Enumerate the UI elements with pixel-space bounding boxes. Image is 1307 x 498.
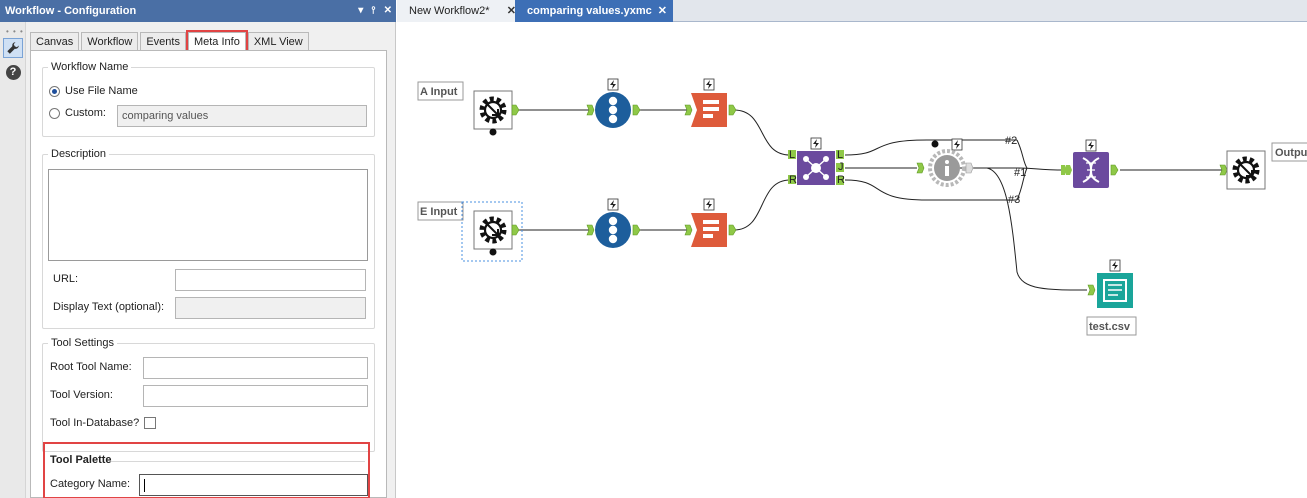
description-legend: Description: [51, 148, 107, 160]
join-left-input-anchor-label: L: [789, 149, 795, 161]
tool-in-database-label: Tool In-Database?: [50, 417, 140, 429]
url-label: URL:: [53, 273, 79, 285]
display-text-field[interactable]: [175, 297, 366, 319]
tool-palette-legend: Tool Palette: [50, 454, 112, 466]
panel-menu-icon[interactable]: ▾: [358, 0, 363, 22]
use-file-name-option[interactable]: Use File Name: [49, 85, 138, 97]
a-input-label: A Input: [420, 86, 458, 98]
join-right-output-anchor-label: R: [837, 174, 845, 186]
tool-version-label: Tool Version:: [50, 389, 113, 401]
record-id-tool-e-icon[interactable]: [586, 198, 641, 248]
tab-canvas[interactable]: Canvas: [30, 32, 80, 50]
side-toolbar: [0, 22, 26, 498]
tab-events[interactable]: Events: [140, 32, 186, 50]
tool-settings-legend: Tool Settings: [51, 337, 114, 349]
panel-title: Workflow - Configuration: [5, 5, 137, 17]
doc-tab-label: comparing values.yxmc: [527, 5, 652, 17]
document-tabs: New Workflow2* ✕ comparing values.yxmc ✕: [397, 0, 1307, 22]
tool-in-database-option: Tool In-Database?: [50, 417, 157, 429]
category-name-label: Category Name:: [50, 478, 131, 490]
root-tool-name-label: Root Tool Name:: [50, 361, 132, 373]
custom-radio[interactable]: [49, 107, 60, 119]
tab-workflow[interactable]: Workflow: [81, 32, 139, 50]
tool-version-field[interactable]: [143, 385, 368, 407]
join-right-input-anchor-label: R: [789, 174, 797, 186]
connection-label-2: #2: [1005, 135, 1017, 147]
workflow-canvas[interactable]: A Input E Input L R L J R #2 #1 #3 Outpu…: [397, 22, 1307, 498]
pin-icon[interactable]: ⫯: [371, 0, 375, 22]
meta-info-content: Workflow Name Use File Name Custom: comp…: [30, 50, 387, 498]
macro-output-icon[interactable]: [1219, 151, 1265, 189]
browse-tool-icon[interactable]: [916, 138, 974, 187]
root-tool-name-field[interactable]: [143, 357, 368, 379]
use-file-name-radio[interactable]: [49, 85, 60, 97]
doc-tab-comparing-values[interactable]: comparing values.yxmc ✕: [515, 0, 673, 22]
macro-input-a-icon[interactable]: [474, 91, 520, 136]
app-window: Workflow - Configuration ▾ ⫯ ✕ • • • ? C…: [0, 0, 1307, 498]
output-label: Output: [1275, 147, 1307, 159]
grip-icon: • • •: [6, 27, 24, 36]
config-tabs: Canvas Workflow Events Meta Info XML Vie…: [30, 30, 309, 53]
tab-xml-view[interactable]: XML View: [247, 32, 309, 50]
url-field[interactable]: [175, 269, 366, 291]
doc-tab-label: New Workflow2*: [409, 5, 490, 17]
help-icon[interactable]: ?: [3, 62, 23, 82]
connection-label-3: #3: [1008, 194, 1020, 206]
tool-palette-divider: [111, 461, 365, 462]
tool-in-database-checkbox[interactable]: [144, 417, 157, 429]
output-file-label: test.csv: [1089, 321, 1131, 333]
configuration-panel: Workflow - Configuration ▾ ⫯ ✕ • • • ? C…: [0, 0, 396, 498]
custom-name-field[interactable]: comparing values: [117, 105, 367, 127]
close-icon[interactable]: ✕: [384, 0, 392, 22]
panel-title-bar: Workflow - Configuration ▾ ⫯ ✕: [0, 0, 396, 22]
wrench-icon[interactable]: [3, 38, 23, 58]
join-joined-output-anchor-label: J: [838, 161, 844, 173]
e-input-label: E Input: [420, 206, 458, 218]
workflow-name-legend: Workflow Name: [51, 61, 129, 73]
close-tab-icon[interactable]: ✕: [658, 0, 667, 22]
select-tool-a-icon[interactable]: [684, 78, 737, 127]
select-tool-e-icon[interactable]: [684, 198, 737, 247]
display-text-label: Display Text (optional):: [53, 301, 165, 313]
record-id-tool-a-icon[interactable]: [586, 78, 641, 128]
union-tool-icon[interactable]: [1061, 139, 1119, 188]
category-name-field[interactable]: [139, 474, 368, 496]
join-tool-icon[interactable]: L R L J R: [788, 137, 845, 186]
custom-label: Custom:: [65, 107, 106, 119]
output-file-tool-icon[interactable]: [1087, 259, 1133, 308]
join-left-output-anchor-label: L: [837, 149, 843, 161]
doc-tab-new-workflow2[interactable]: New Workflow2* ✕: [397, 0, 522, 22]
workflow-canvas-area: New Workflow2*✕ comparing values.yxmc ✕: [397, 0, 1307, 498]
description-textarea[interactable]: [48, 169, 368, 261]
custom-option[interactable]: Custom:: [49, 107, 106, 119]
connection-label-1: #1: [1014, 167, 1026, 179]
macro-input-e-icon[interactable]: [474, 211, 520, 256]
use-file-name-label: Use File Name: [65, 85, 138, 97]
tab-meta-info[interactable]: Meta Info: [185, 30, 248, 53]
